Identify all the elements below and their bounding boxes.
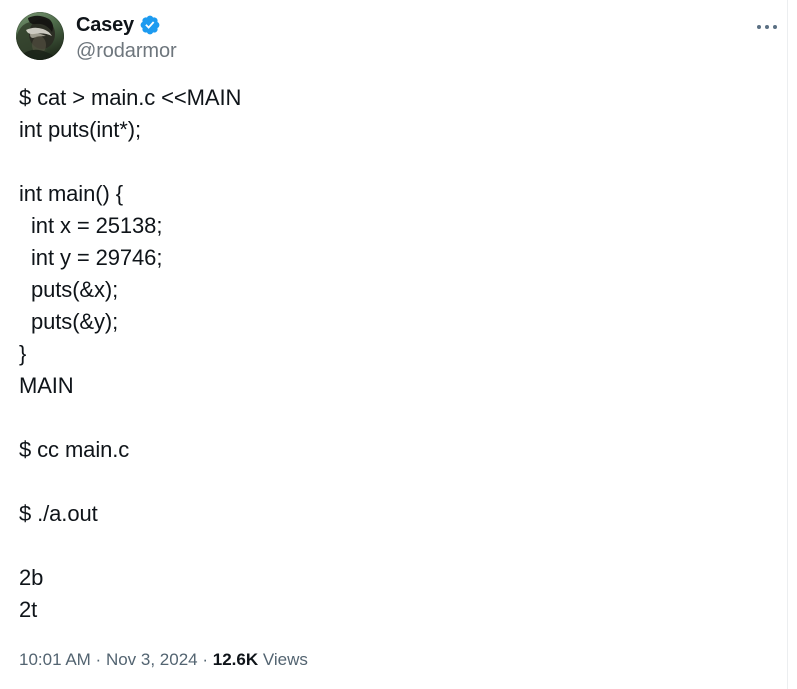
tweet-line: 2b: [19, 565, 44, 590]
ellipsis-dot-2: [765, 25, 769, 29]
tweet-line: $ cc main.c: [19, 437, 130, 462]
right-divider: [787, 0, 788, 689]
ellipsis-dot-1: [757, 25, 761, 29]
tweet-line: MAIN: [19, 373, 74, 398]
tweet-time: 10:01 AM: [19, 650, 91, 669]
tweet-metadata-footer: 10:01 AM · Nov 3, 2024 · 12.6K Views: [19, 649, 308, 671]
verified-badge-icon: [139, 14, 161, 36]
author-identity: Casey @rodarmor: [76, 12, 177, 63]
metadata-separator: ·: [197, 650, 213, 669]
ellipsis-dot-3: [773, 25, 777, 29]
tweet-date: Nov 3, 2024: [105, 650, 198, 669]
author-display-name: Casey: [76, 14, 134, 36]
metadata-separator: ·: [90, 650, 106, 669]
tweet-line: $ ./a.out: [19, 501, 98, 526]
tweet-line: int main() {: [19, 181, 123, 206]
views-count[interactable]: 12.6K: [213, 650, 258, 669]
tweet-line: puts(&y);: [19, 309, 119, 334]
tweet-line: int puts(int*);: [19, 117, 141, 142]
views-label: Views: [258, 650, 308, 669]
avatar[interactable]: [16, 12, 64, 60]
tweet-line: 2t: [19, 597, 38, 622]
tweet-line: $ cat > main.c <<MAIN: [19, 85, 242, 110]
tweet-card: Casey @rodarmor $ cat > main.c <<MAIN in…: [0, 0, 797, 689]
tweet-text-body: $ cat > main.c <<MAIN int puts(int*); in…: [19, 82, 773, 626]
tweet-line: int y = 29746;: [19, 245, 163, 270]
tweet-line: int x = 25138;: [19, 213, 163, 238]
author-name-row[interactable]: Casey: [76, 12, 177, 38]
author-handle[interactable]: @rodarmor: [76, 39, 177, 63]
more-options-button[interactable]: [750, 10, 784, 44]
tweet-header: Casey @rodarmor: [16, 12, 781, 64]
tweet-line: }: [19, 341, 27, 366]
tweet-line: puts(&x);: [19, 277, 119, 302]
